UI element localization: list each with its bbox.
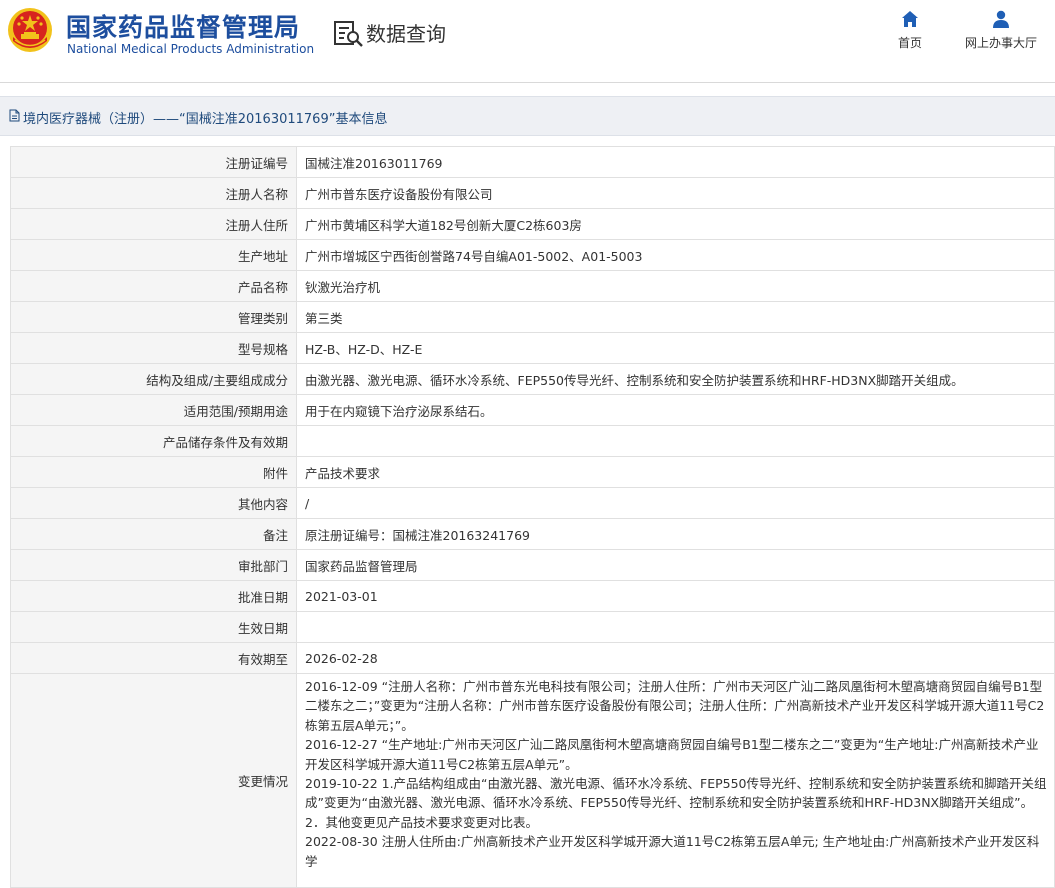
field-value: 广州市增城区宁西街创誉路74号自编A01-5002、A01-5003	[296, 239, 1055, 271]
change-entry: 2016-12-09 “注册人名称：广州市普东光电科技有限公司；注册人住所：广州…	[305, 679, 1045, 733]
home-icon	[902, 11, 918, 27]
field-value: 用于在内窥镜下治疗泌尿系结石。	[296, 394, 1055, 426]
field-value: 钬激光治疗机	[296, 270, 1055, 302]
field-value: 国械注准20163011769	[296, 146, 1055, 178]
breadcrumb-text: 境内医疗器械（注册）——“国械注准20163011769”基本信息	[23, 112, 388, 127]
field-label: 附件	[10, 456, 297, 488]
table-row: 生效日期	[10, 611, 1055, 643]
user-icon	[993, 10, 1009, 28]
field-label: 型号规格	[10, 332, 297, 364]
field-value: 国家药品监督管理局	[296, 549, 1055, 581]
field-value: /	[296, 487, 1055, 519]
field-value: HZ-B、HZ-D、HZ-E	[296, 332, 1055, 364]
field-value: 广州市黄埔区科学大道182号创新大厦C2栋603房	[296, 208, 1055, 240]
device-info-table: 注册证编号 国械注准20163011769 注册人名称 广州市普东医疗设备股份有限公司…	[10, 146, 1055, 888]
table-row: 注册人名称 广州市普东医疗设备股份有限公司	[10, 177, 1055, 209]
field-label: 生产地址	[10, 239, 297, 271]
field-label: 有效期至	[10, 642, 297, 674]
field-label: 结构及组成/主要组成成分	[10, 363, 297, 395]
field-value: 广州市普东医疗设备股份有限公司	[296, 177, 1055, 209]
field-label: 其他内容	[10, 487, 297, 519]
table-row: 备注 原注册证编号：国械注准20163241769	[10, 518, 1055, 550]
national-emblem-icon	[8, 8, 52, 52]
table-row: 生产地址 广州市增城区宁西街创誉路74号自编A01-5002、A01-5003	[10, 239, 1055, 271]
change-history-row: 变更情况 2016-12-09 “注册人名称：广州市普东光电科技有限公司；注册人住…	[10, 673, 1055, 888]
site-header: 国家药品监督管理局 National Medical Products Admi…	[0, 0, 1055, 83]
field-label: 管理类别	[10, 301, 297, 333]
table-row: 适用范围/预期用途 用于在内窥镜下治疗泌尿系结石。	[10, 394, 1055, 426]
agency-name-en[interactable]: National Medical Products Administration	[67, 42, 314, 56]
table-row: 型号规格 HZ-B、HZ-D、HZ-E	[10, 332, 1055, 364]
nav-online-office-label: 网上办事大厅	[964, 36, 1037, 50]
field-value: 由激光器、激光电源、循环水冷系统、FEP550传导光纤、控制系统和安全防护装置系…	[296, 363, 1055, 395]
field-value: 第三类	[296, 301, 1055, 333]
table-row: 管理类别 第三类	[10, 301, 1055, 333]
field-label: 注册人住所	[10, 208, 297, 240]
change-entry: 2022-08-30 注册人住所由:广州高新技术产业开发区科学城开源大道11号C…	[305, 834, 1040, 869]
field-value	[296, 611, 1055, 643]
field-label: 适用范围/预期用途	[10, 394, 297, 426]
table-row: 附件 产品技术要求	[10, 456, 1055, 488]
change-entry: 2．其他变更见产品技术要求变更对比表。	[305, 814, 538, 830]
field-label: 审批部门	[10, 549, 297, 581]
data-query-title: 数据查询	[366, 22, 446, 46]
breadcrumb: 境内医疗器械（注册）——“国械注准20163011769”基本信息	[0, 96, 1055, 136]
field-value	[296, 425, 1055, 457]
table-row: 审批部门 国家药品监督管理局	[10, 549, 1055, 581]
field-label: 产品名称	[10, 270, 297, 302]
field-label: 批准日期	[10, 580, 297, 612]
agency-name-cn[interactable]: 国家药品监督管理局	[66, 8, 300, 44]
field-label: 注册人名称	[10, 177, 297, 209]
table-row: 注册人住所 广州市黄埔区科学大道182号创新大厦C2栋603房	[10, 208, 1055, 240]
field-value: 2021-03-01	[296, 580, 1055, 612]
table-row: 有效期至 2026-02-28	[10, 642, 1055, 674]
change-entry: 2019-10-22 1.产品结构组成由“由激光器、激光电源、循环水冷系统、FE…	[305, 776, 1047, 811]
change-history-label: 变更情况	[10, 673, 297, 888]
table-row: 产品名称 钬激光治疗机	[10, 270, 1055, 302]
nav-online-office-link[interactable]: 网上办事大厅	[956, 10, 1046, 51]
document-icon	[9, 109, 20, 122]
field-label: 生效日期	[10, 611, 297, 643]
data-query-icon	[334, 21, 363, 47]
nav-home-link[interactable]: 首页	[892, 10, 928, 51]
change-entry: 2016-12-27 “生产地址:广州市天河区广汕二路凤凰街柯木塱高塘商贸园自编…	[305, 737, 1039, 772]
field-value: 2026-02-28	[296, 642, 1055, 674]
field-label: 注册证编号	[10, 146, 297, 178]
change-history-value: 2016-12-09 “注册人名称：广州市普东光电科技有限公司；注册人住所：广州…	[296, 673, 1055, 888]
field-value: 产品技术要求	[296, 456, 1055, 488]
field-label: 产品储存条件及有效期	[10, 425, 297, 457]
nav-home-label: 首页	[897, 36, 922, 50]
table-row: 结构及组成/主要组成成分 由激光器、激光电源、循环水冷系统、FEP550传导光纤、…	[10, 363, 1055, 395]
table-row: 其他内容 /	[10, 487, 1055, 519]
field-label: 备注	[10, 518, 297, 550]
header-divider	[0, 82, 1055, 83]
table-row: 注册证编号 国械注准20163011769	[10, 146, 1055, 178]
field-value: 原注册证编号：国械注准20163241769	[296, 518, 1055, 550]
table-row: 批准日期 2021-03-01	[10, 580, 1055, 612]
table-row: 产品储存条件及有效期	[10, 425, 1055, 457]
